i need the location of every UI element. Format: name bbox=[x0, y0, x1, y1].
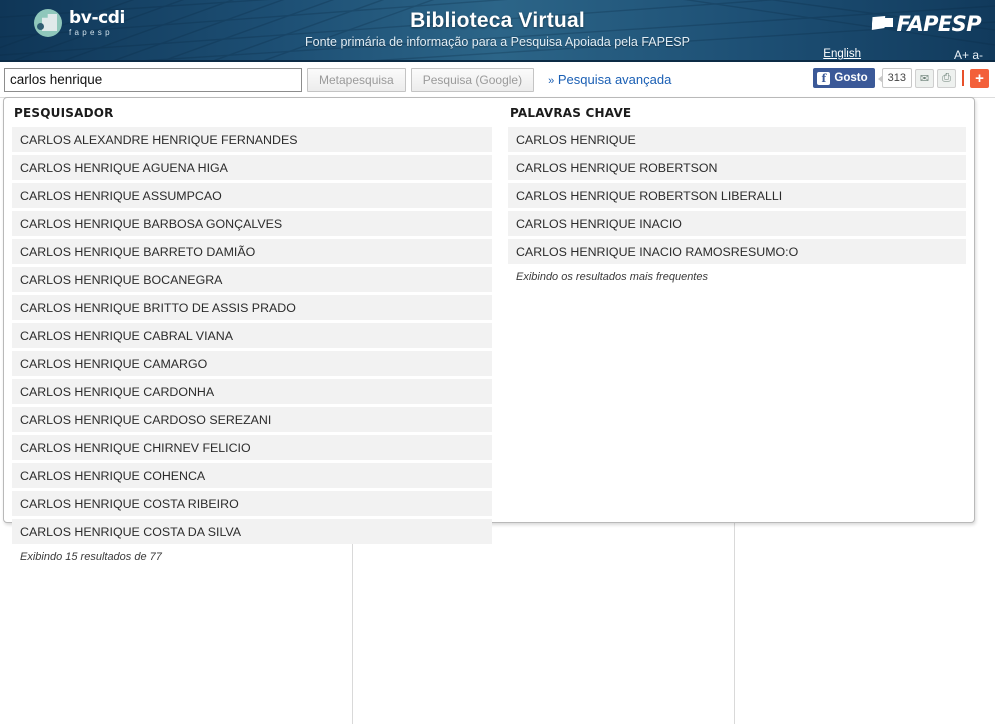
suggestion-item[interactable]: CARLOS HENRIQUE CARDONHA bbox=[12, 379, 492, 404]
autocomplete-heading-pesquisador: PESQUISADOR bbox=[14, 106, 114, 120]
page-root: bv-cdi fapesp Biblioteca Virtual Fonte p… bbox=[0, 0, 995, 724]
facebook-like-button[interactable]: f Gosto bbox=[813, 68, 875, 88]
facebook-like-count: 313 bbox=[877, 68, 912, 88]
suggestion-item[interactable]: CARLOS HENRIQUE BARBOSA GONÇALVES bbox=[12, 211, 492, 236]
autocomplete-dropdown: PESQUISADOR CARLOS ALEXANDRE HENRIQUE FE… bbox=[3, 97, 975, 563]
social-toolbar: f Gosto 313 ✉ ⎙ + bbox=[813, 68, 989, 88]
fapesp-flag-icon bbox=[872, 15, 894, 33]
suggestion-item[interactable]: CARLOS HENRIQUE COSTA DA SILVA bbox=[12, 519, 492, 544]
suggestion-item[interactable]: CARLOS HENRIQUE CHIRNEV FELICIO bbox=[12, 435, 492, 460]
search-bar: Metapesquisa Pesquisa (Google) » Pesquis… bbox=[0, 62, 995, 98]
autocomplete-result-note-pesquisador: Exibindo 15 resultados de 77 bbox=[20, 551, 162, 563]
autocomplete-heading-palavras-chave: PALAVRAS CHAVE bbox=[509, 106, 632, 120]
autocomplete-column-pesquisador: PESQUISADOR CARLOS ALEXANDRE HENRIQUE FE… bbox=[4, 104, 500, 563]
share-plus-icon[interactable]: + bbox=[970, 68, 989, 88]
suggestion-item[interactable]: CARLOS HENRIQUE CAMARGO bbox=[12, 351, 492, 376]
suggestion-item[interactable]: CARLOS HENRIQUE ROBERTSON LIBERALLI bbox=[507, 183, 966, 208]
page-subtitle: Fonte primária de informação para a Pesq… bbox=[305, 35, 690, 49]
facebook-like-label: Gosto bbox=[834, 72, 868, 84]
autocomplete-column-palavras-chave: PALAVRAS CHAVE CARLOS HENRIQUE CARLOS HE… bbox=[500, 104, 974, 522]
suggestion-item[interactable]: CARLOS HENRIQUE COHENCA bbox=[12, 463, 492, 488]
double-chevron-icon: » bbox=[548, 75, 555, 87]
suggestion-item[interactable]: CARLOS HENRIQUE BARRETO DAMIÃO bbox=[12, 239, 492, 264]
suggestion-item[interactable]: CARLOS HENRIQUE ROBERTSON bbox=[507, 155, 966, 180]
google-search-button[interactable]: Pesquisa (Google) bbox=[410, 67, 535, 92]
facebook-icon: f bbox=[817, 71, 831, 85]
advanced-search-link[interactable]: » Pesquisa avançada bbox=[548, 72, 671, 87]
printer-icon[interactable]: ⎙ bbox=[937, 68, 956, 88]
language-english-link[interactable]: English bbox=[823, 48, 861, 60]
toolbar-divider bbox=[962, 70, 964, 86]
font-increase-button[interactable]: A+ bbox=[954, 48, 969, 60]
suggestion-item[interactable]: CARLOS HENRIQUE INACIO bbox=[507, 211, 966, 236]
suggestion-item[interactable]: CARLOS ALEXANDRE HENRIQUE FERNANDES bbox=[12, 127, 492, 152]
suggestion-item[interactable]: CARLOS HENRIQUE COSTA RIBEIRO bbox=[12, 491, 492, 516]
suggestion-item[interactable]: CARLOS HENRIQUE ASSUMPCAO bbox=[12, 183, 492, 208]
suggestion-item[interactable]: CARLOS HENRIQUE AGUENA HIGA bbox=[12, 155, 492, 180]
page-title: Biblioteca Virtual bbox=[410, 9, 585, 32]
autocomplete-result-note-palavras-chave: Exibindo os resultados mais frequentes bbox=[515, 271, 708, 283]
suggestion-item[interactable]: CARLOS HENRIQUE CABRAL VIANA bbox=[12, 323, 492, 348]
search-input[interactable] bbox=[4, 67, 302, 92]
suggestion-item[interactable]: CARLOS HENRIQUE bbox=[507, 127, 966, 152]
font-decrease-button[interactable]: a- bbox=[972, 48, 983, 60]
font-size-controls: A+ a- bbox=[954, 48, 983, 60]
advanced-search-label: Pesquisa avançada bbox=[557, 72, 672, 87]
suggestion-item[interactable]: CARLOS HENRIQUE BOCANEGRA bbox=[12, 267, 492, 292]
suggestion-item[interactable]: CARLOS HENRIQUE INACIO RAMOSRESUMO:O bbox=[507, 239, 966, 264]
metasearch-button[interactable]: Metapesquisa bbox=[307, 67, 406, 92]
suggestion-item[interactable]: CARLOS HENRIQUE BRITTO DE ASSIS PRADO bbox=[12, 295, 492, 320]
fapesp-logo[interactable]: FAPESP bbox=[872, 12, 982, 36]
envelope-icon[interactable]: ✉ bbox=[915, 68, 934, 88]
suggestion-item[interactable]: CARLOS HENRIQUE CARDOSO SEREZANI bbox=[12, 407, 492, 432]
site-header: bv-cdi fapesp Biblioteca Virtual Fonte p… bbox=[0, 0, 995, 62]
fapesp-logo-text: FAPESP bbox=[896, 12, 981, 36]
